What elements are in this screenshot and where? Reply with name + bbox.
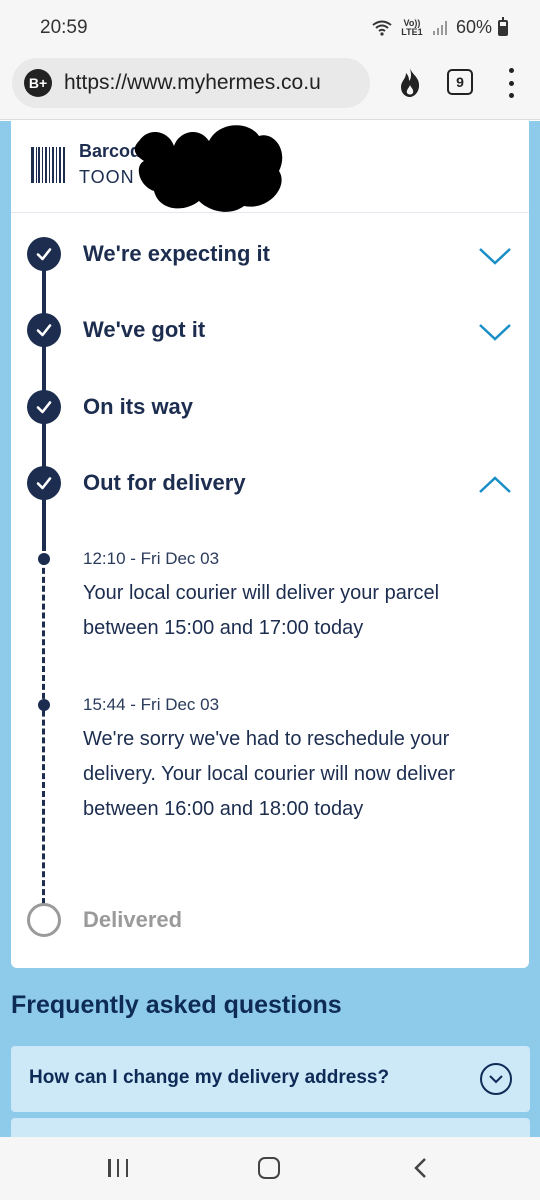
battery-icon [498,16,508,36]
barcode-icon [31,147,66,183]
battery-percent: 60% [455,17,492,37]
barcode-row: Barcode No: TOON [11,121,529,213]
chevron-down-icon[interactable] [477,319,513,343]
event-text: We're sorry we've had to reschedule your… [83,728,456,820]
home-icon[interactable] [258,1157,280,1179]
tab-switcher-button[interactable]: 9 [447,69,473,95]
step-got-it[interactable]: We've got it [11,313,529,359]
event-time: 12:10 - Fri Dec 03 [83,549,220,568]
faq-item-partial[interactable] [11,1118,530,1137]
chevron-down-icon[interactable] [477,243,513,267]
status-bar: 20:59 Vo)) LTE1 60% [0,0,540,56]
faq-question: How can I change my delivery address? [29,1067,390,1088]
browser-toolbar: B+ https://www.myhermes.co.u 9 [0,56,540,120]
address-bar[interactable]: B+ https://www.myhermes.co.u [12,58,370,108]
faq-heading: Frequently asked questions [11,991,342,1019]
event-dot [38,699,50,711]
event-dot [38,553,50,565]
wifi-icon [372,20,392,36]
timeline-dashed-line [42,559,45,904]
chevron-up-icon[interactable] [477,472,513,496]
signal-icon [432,20,447,35]
check-icon [27,466,61,500]
event-time: 15:44 - Fri Dec 03 [83,695,220,714]
step-title: Delivered [83,907,183,932]
step-on-its-way: On its way [11,390,529,436]
step-out-for-delivery[interactable]: Out for delivery [11,466,529,512]
back-icon[interactable] [410,1157,432,1179]
step-title: We've got it [83,317,206,342]
status-icons: Vo)) LTE1 60% [372,16,508,38]
step-delivered: Delivered [11,903,529,949]
event-text: Your local courier will deliver your par… [83,582,440,639]
more-options-icon[interactable] [504,68,518,98]
flame-icon[interactable] [396,66,424,98]
system-nav-bar [0,1137,540,1200]
chevron-down-circle-icon[interactable] [480,1063,512,1095]
barcode-value: TOON [79,167,135,187]
check-icon [27,390,61,424]
network-label: Vo)) LTE1 [401,17,423,37]
page-content: Barcode No: TOON We're expecting it We'v… [0,121,540,1137]
url-text[interactable]: https://www.myhermes.co.u [64,71,364,95]
security-badge-icon[interactable]: B+ [24,69,52,97]
step-title: On its way [83,394,194,419]
step-title: We're expecting it [83,241,270,266]
check-icon [27,313,61,347]
step-title: Out for delivery [83,470,246,495]
redaction-scribble [134,125,283,212]
check-icon [27,237,61,271]
faq-item[interactable]: How can I change my delivery address? [11,1046,530,1112]
step-expecting[interactable]: We're expecting it [11,237,529,283]
pending-circle-icon [27,903,61,937]
recent-apps-icon[interactable] [108,1159,128,1177]
status-time: 20:59 [40,17,88,38]
tracking-card: Barcode No: TOON We're expecting it We'v… [11,121,529,968]
